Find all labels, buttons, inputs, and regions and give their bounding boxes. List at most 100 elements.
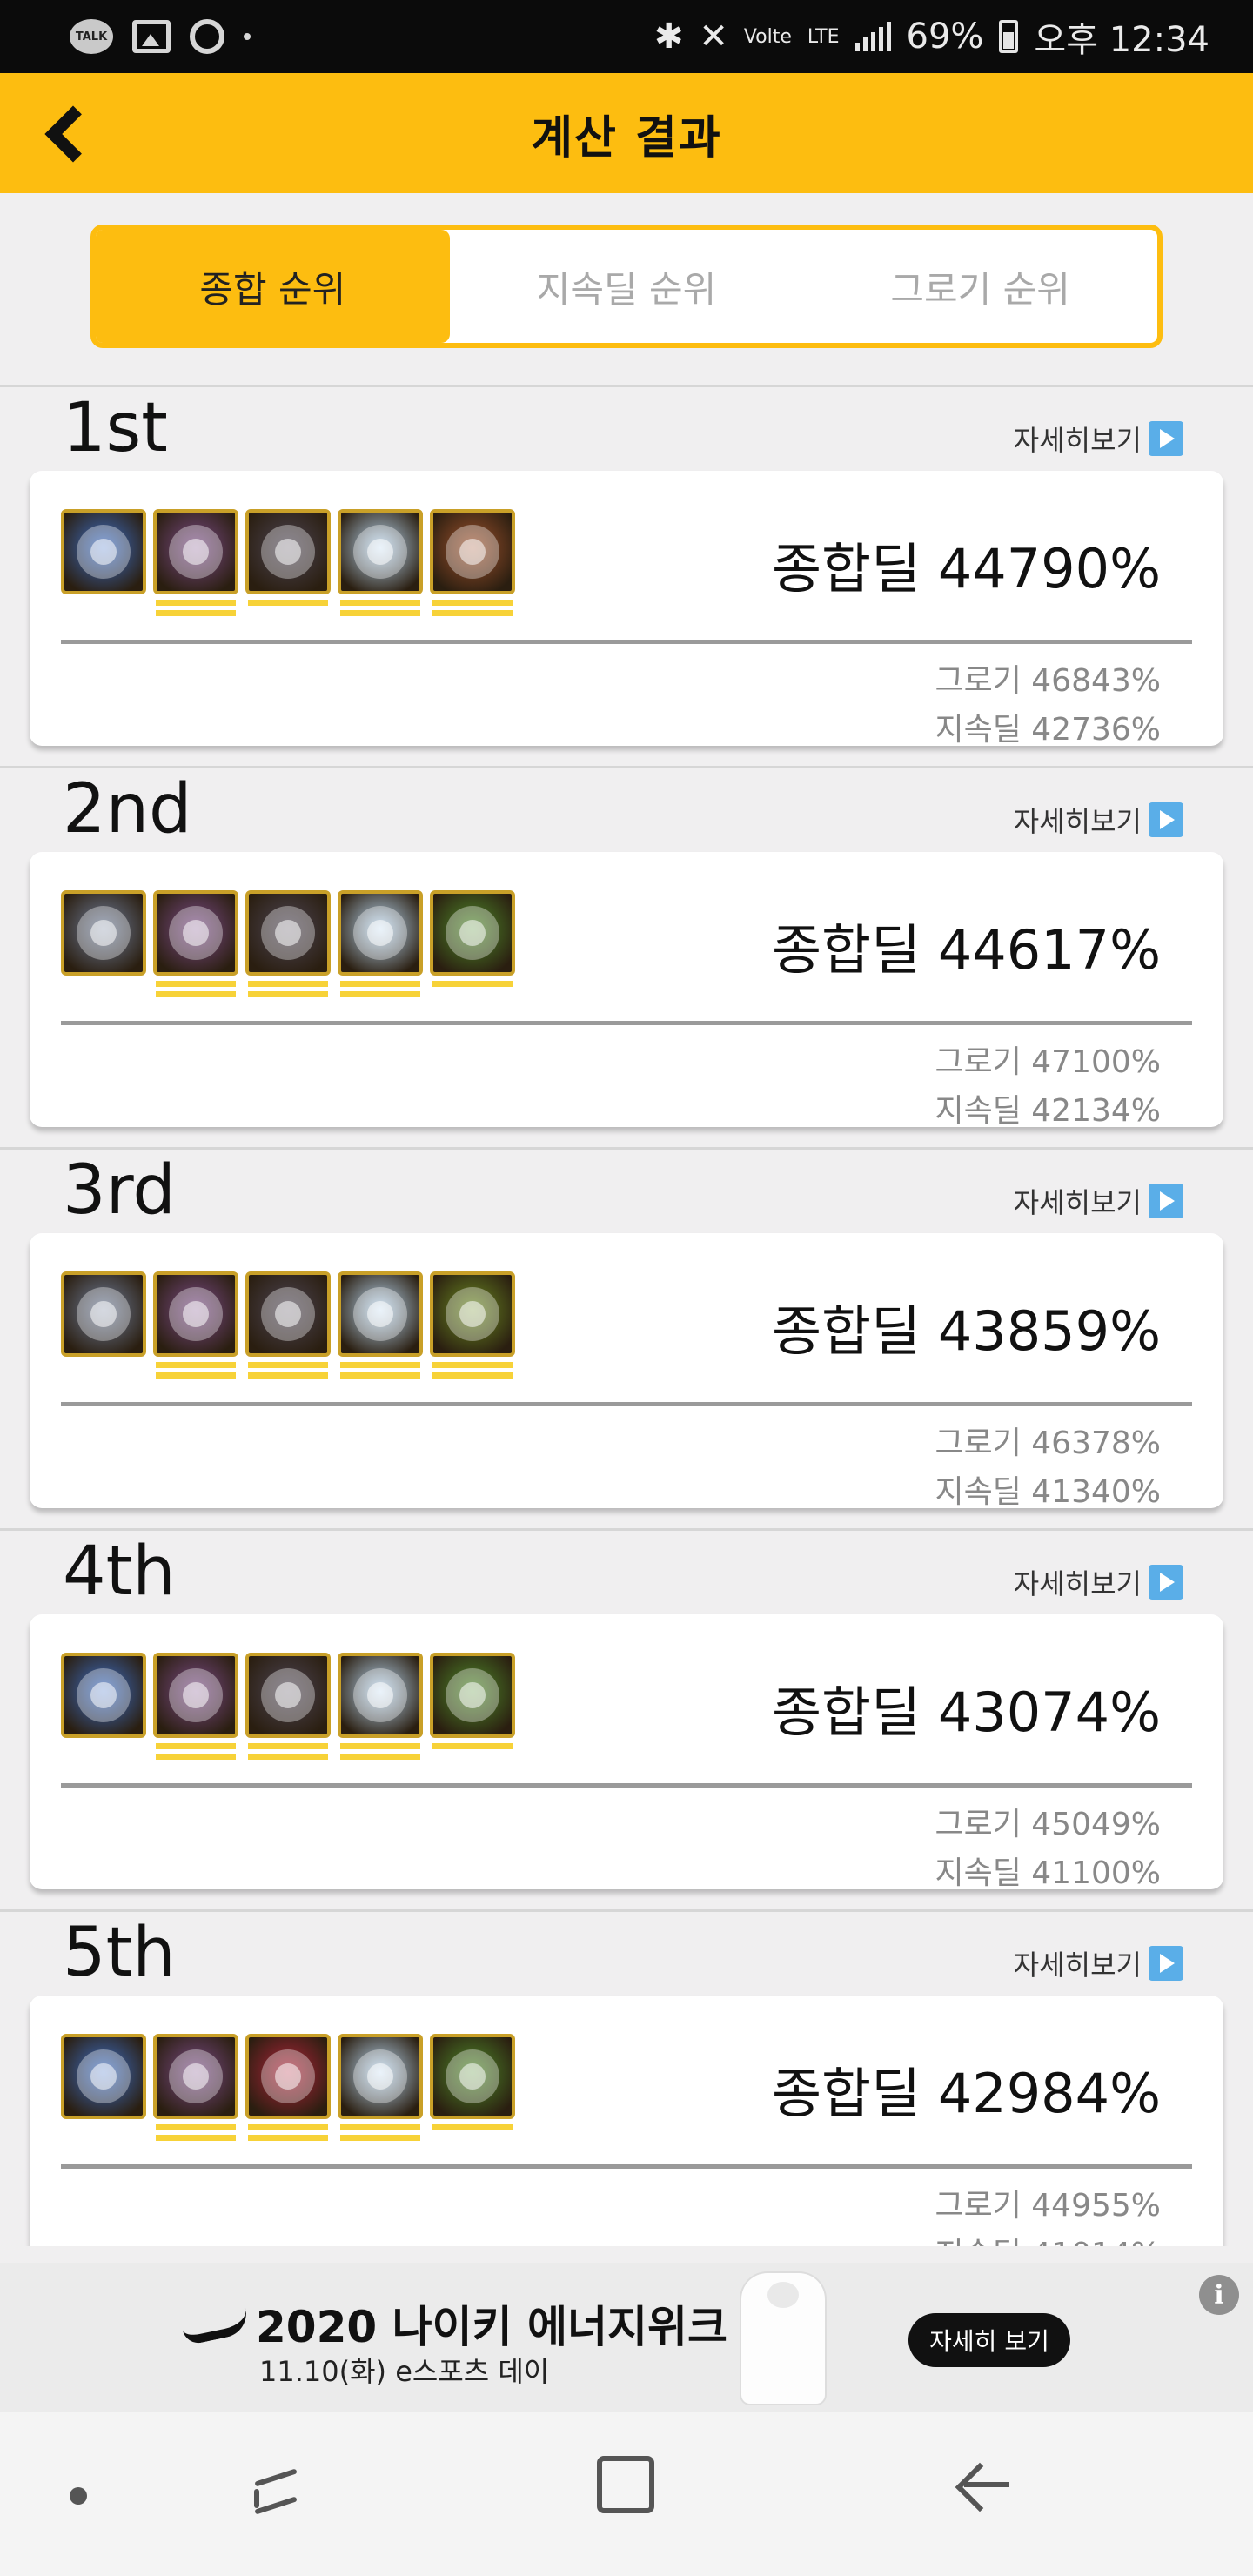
dark-armor-icon bbox=[245, 1271, 331, 1357]
card-divider bbox=[61, 1402, 1192, 1406]
white-orb-icon bbox=[338, 2034, 423, 2119]
star-force-bar bbox=[432, 1372, 513, 1379]
item-slot bbox=[338, 509, 423, 616]
item-slot bbox=[61, 890, 146, 997]
back-button[interactable] bbox=[31, 91, 102, 178]
star-force-bar bbox=[156, 2135, 236, 2141]
home-button[interactable] bbox=[597, 2456, 654, 2513]
result-card[interactable]: 종합딜 43859% 그로기 46378% 지속딜 41340% bbox=[30, 1233, 1223, 1510]
star-force-bar bbox=[432, 1362, 513, 1368]
blue-crystal-icon bbox=[61, 509, 146, 594]
detail-link[interactable]: 자세히보기 bbox=[1014, 419, 1183, 459]
star-force-bar bbox=[340, 600, 420, 606]
detail-label: 자세히보기 bbox=[1013, 424, 1142, 457]
item-slot bbox=[153, 509, 238, 616]
bluetooth-icon: ✱ bbox=[653, 17, 684, 57]
item-icons bbox=[61, 1271, 515, 1379]
star-force-bar bbox=[156, 2124, 236, 2130]
result-card[interactable]: 종합딜 44790% 그로기 46843% 지속딜 42736% bbox=[30, 471, 1223, 748]
star-force-bar bbox=[340, 2135, 420, 2141]
detail-link[interactable]: 자세히보기 bbox=[1014, 800, 1183, 840]
volte-label: Volte bbox=[743, 25, 792, 48]
sustain-deal: 지속딜 42736% bbox=[935, 712, 1161, 748]
green-scale-icon bbox=[430, 890, 515, 976]
sustain-deal: 지속딜 41100% bbox=[935, 1855, 1161, 1891]
white-orb-icon bbox=[338, 1271, 423, 1357]
battery-icon bbox=[999, 20, 1019, 53]
results-list: 1st 자세히보기 종합딜 44790% 그로기 46843% 지속딜 42736% 2n… bbox=[0, 387, 1253, 2246]
blue-crystal-icon bbox=[61, 1653, 146, 1738]
tab-overall[interactable]: 종합 순위 bbox=[96, 230, 450, 343]
play-icon bbox=[1149, 1184, 1183, 1218]
play-icon bbox=[1149, 1946, 1183, 1981]
tab-groggy[interactable]: 그로기 순위 bbox=[803, 230, 1157, 343]
purple-spire-icon bbox=[153, 1271, 238, 1357]
play-icon bbox=[1149, 421, 1183, 456]
back-nav-button[interactable] bbox=[955, 2459, 1009, 2512]
star-force-bar bbox=[432, 981, 513, 987]
ad-subline: 11.10(화) e스포츠 데이 bbox=[259, 2355, 550, 2388]
item-slot bbox=[61, 1653, 146, 1760]
nav-dot-icon[interactable] bbox=[70, 2487, 87, 2505]
ad-banner[interactable]: 2020 나이키 에너지위크 11.10(화) e스포츠 데이 자세히 보기 i bbox=[0, 2263, 1253, 2412]
white-orb-icon bbox=[338, 509, 423, 594]
play-icon bbox=[1149, 802, 1183, 837]
result-card[interactable]: 종합딜 42984% 그로기 44955% 지속딜 41014% bbox=[30, 1996, 1223, 2246]
star-force-bar bbox=[248, 981, 328, 987]
card-divider bbox=[61, 640, 1192, 644]
item-slot bbox=[338, 2034, 423, 2141]
chevron-left-icon bbox=[44, 105, 102, 163]
white-orb-icon bbox=[338, 890, 423, 976]
total-deal: 종합딜 44617% bbox=[772, 918, 1161, 982]
purple-spire-icon bbox=[153, 890, 238, 976]
star-force-bar bbox=[156, 610, 236, 616]
star-force-bar bbox=[340, 991, 420, 997]
item-slot bbox=[61, 1271, 146, 1379]
ad-detail-button[interactable]: 자세히 보기 bbox=[908, 2313, 1070, 2367]
detail-link[interactable]: 자세히보기 bbox=[1014, 1943, 1183, 1983]
star-force-bar bbox=[248, 1754, 328, 1760]
item-slot bbox=[153, 1271, 238, 1379]
purple-spire-icon bbox=[153, 2034, 238, 2119]
star-force-bar bbox=[156, 991, 236, 997]
star-force-bar bbox=[432, 600, 513, 606]
groggy-deal: 그로기 44955% bbox=[935, 2188, 1161, 2224]
tab-sustain[interactable]: 지속딜 순위 bbox=[450, 230, 804, 343]
result-card[interactable]: 종합딜 44617% 그로기 47100% 지속딜 42134% bbox=[30, 852, 1223, 1129]
star-force-bar bbox=[432, 1743, 513, 1749]
item-slot bbox=[153, 2034, 238, 2141]
white-orb-icon bbox=[338, 1653, 423, 1738]
ring-icon bbox=[190, 19, 224, 54]
groggy-deal: 그로기 46378% bbox=[935, 1426, 1161, 1461]
item-slot bbox=[430, 1271, 515, 1379]
item-slot bbox=[153, 890, 238, 997]
notification-dot-icon bbox=[244, 33, 251, 40]
star-force-bar bbox=[432, 610, 513, 616]
signal-icon bbox=[854, 22, 891, 51]
item-icons bbox=[61, 890, 515, 997]
star-force-bar bbox=[248, 2124, 328, 2130]
play-icon bbox=[1149, 1565, 1183, 1600]
item-slot bbox=[245, 1271, 331, 1379]
detail-link[interactable]: 자세히보기 bbox=[1014, 1562, 1183, 1602]
rank-label: 4th bbox=[63, 1533, 176, 1611]
rank-label: 5th bbox=[63, 1914, 176, 1992]
result-card[interactable]: 종합딜 43074% 그로기 45049% 지속딜 41100% bbox=[30, 1614, 1223, 1891]
result-section: 2nd 자세히보기종합딜 44617% 그로기 47100% 지속딜 42134% bbox=[0, 768, 1253, 1150]
rank-label: 2nd bbox=[63, 770, 192, 849]
rank-label: 1st bbox=[63, 389, 168, 467]
star-force-bar bbox=[248, 600, 328, 606]
info-icon[interactable]: i bbox=[1199, 2275, 1239, 2315]
steel-beast-icon bbox=[61, 1271, 146, 1357]
star-force-bar bbox=[156, 981, 236, 987]
battery-percent: 69% bbox=[906, 17, 984, 57]
purple-spire-icon bbox=[153, 509, 238, 594]
item-icons bbox=[61, 509, 515, 616]
detail-label: 자세히보기 bbox=[1013, 1949, 1142, 1982]
sustain-deal: 지속딜 41014% bbox=[935, 2229, 1161, 2246]
detail-link[interactable]: 자세히보기 bbox=[1014, 1181, 1183, 1221]
kakaotalk-icon: TALK bbox=[70, 19, 113, 54]
total-deal: 종합딜 43074% bbox=[772, 1680, 1161, 1744]
recent-apps-button[interactable] bbox=[247, 2463, 310, 2526]
item-slot bbox=[430, 2034, 515, 2141]
